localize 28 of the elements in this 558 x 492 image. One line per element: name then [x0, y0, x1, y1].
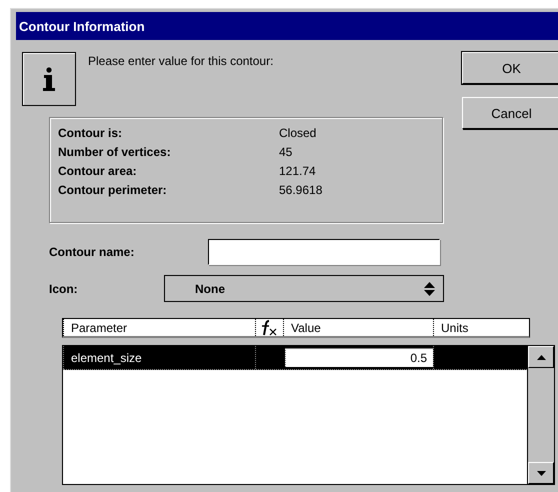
info-value: Closed [279, 126, 318, 140]
info-label: Contour area: [58, 164, 138, 178]
info-value: 56.9618 [279, 183, 324, 197]
table-cell: element_size [63, 346, 255, 369]
message-text: Please enter value for this contour: [88, 53, 274, 70]
updown-arrow-icon [424, 282, 435, 296]
value-input-field[interactable]: 0.5 [285, 348, 433, 367]
column-header[interactable]: Units [433, 319, 529, 336]
table-row[interactable]: element_size 0.5 [63, 346, 527, 370]
formula-icon[interactable] [260, 320, 278, 336]
field-label: Contour name: [49, 245, 136, 259]
scroll-down-icon[interactable] [528, 462, 554, 484]
info-label: Contour perimeter: [58, 183, 168, 197]
dialog-button[interactable]: Cancel [462, 97, 558, 129]
column-header[interactable]: Parameter [63, 319, 255, 336]
dialog-button[interactable]: OK [462, 52, 558, 84]
column-header[interactable]: Value [283, 319, 433, 336]
info-value: 45 [279, 145, 294, 159]
name-input-field[interactable] [208, 239, 440, 265]
window-title: Contour Information [16, 12, 558, 40]
icon-dropdown[interactable]: None [164, 275, 444, 302]
info-icon [22, 52, 76, 106]
scrollbar[interactable] [527, 346, 555, 484]
field-label: Icon: [49, 282, 79, 296]
info-value: 121.74 [279, 164, 317, 178]
scroll-up-icon[interactable] [528, 346, 554, 368]
info-label: Contour is: [58, 126, 123, 140]
info-label: Number of vertices: [58, 145, 172, 159]
